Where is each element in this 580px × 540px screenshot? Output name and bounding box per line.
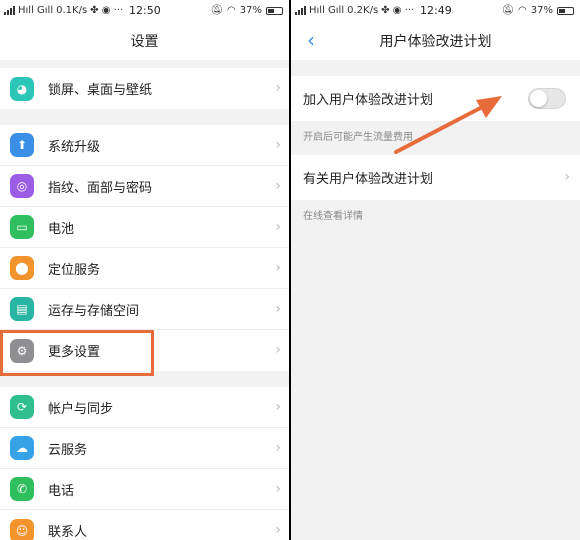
settings-group: ⟳ 帐户与同步 › ☁ 云服务 › ✆ 电话 › ☺ 联系人 › — [0, 387, 289, 540]
cloud-icon: ☁ — [10, 436, 34, 460]
page-title: 用户体验改进计划 — [379, 33, 492, 50]
settings-item-label: 运存与存储空间 — [48, 303, 140, 319]
page-title: 设置 — [130, 33, 159, 50]
settings-item[interactable]: ⟳ 帐户与同步 › — [0, 387, 289, 428]
settings-group: ◕ 锁屏、桌面与壁纸 › — [0, 68, 289, 109]
signal-icon — [4, 6, 15, 15]
settings-item[interactable]: ◎ 指纹、面部与密码 › — [0, 166, 289, 207]
chevron-right-icon: › — [275, 219, 281, 235]
settings-list: ◕ 锁屏、桌面与壁纸 › ⬆ 系统升级 › ◎ 指纹、面部与密码 › ▭ 电池 › ⬤ 定位服务 › ▤ 运存与… — [0, 68, 289, 540]
settings-item-label: 定位服务 — [48, 262, 101, 278]
settings-screen: Hıll Gıll 0.1K/s ✤ ◉ ··· 12:50 🔕︎ ◠ 37% … — [0, 0, 289, 540]
wifi-icon: ◠ — [227, 4, 236, 16]
back-arrow-icon[interactable]: ‹ — [301, 28, 321, 52]
settings-item-label: 电池 — [48, 221, 75, 237]
fingerprint-icon: ◎ — [10, 174, 34, 198]
chevron-right-icon: › — [564, 169, 570, 185]
join-plan-toggle[interactable] — [528, 88, 566, 109]
settings-item-label: 系统升级 — [48, 139, 101, 155]
settings-item[interactable]: ▭ 电池 › — [0, 207, 289, 248]
settings-item[interactable]: ☁ 云服务 › — [0, 428, 289, 469]
join-plan-hint: 开启后可能产生流量费用 — [303, 132, 413, 143]
settings-item[interactable]: ⚙ 更多设置 › — [0, 330, 289, 371]
location-icon: ⬤ — [10, 256, 34, 280]
account-sync-icon: ⟳ — [10, 395, 34, 419]
chevron-right-icon: › — [275, 342, 281, 358]
chevron-right-icon: › — [275, 80, 281, 96]
carrier-text: Hıll Gıll — [309, 4, 345, 16]
status-time: 12:49 — [420, 4, 452, 17]
settings-item[interactable]: ⬆ 系统升级 › — [0, 125, 289, 166]
chevron-right-icon: › — [275, 522, 281, 538]
settings-group: ⬆ 系统升级 › ◎ 指纹、面部与密码 › ▭ 电池 › ⬤ 定位服务 › ▤ 运存与存储空间 › ⚙ 更多设置… — [0, 125, 289, 371]
settings-item[interactable]: ⬤ 定位服务 › — [0, 248, 289, 289]
settings-item[interactable]: ▤ 运存与存储空间 › — [0, 289, 289, 330]
settings-item-label: 电话 — [48, 483, 75, 499]
about-plan-row[interactable]: 有关用户体验改进计划 › — [291, 155, 580, 200]
page-title-bar: ‹ 用户体验改进计划 — [291, 21, 580, 60]
wifi-icon: ◠ — [518, 4, 527, 16]
system-update-icon: ⬆ — [10, 133, 34, 157]
status-time: 12:50 — [129, 4, 161, 17]
more-settings-icon: ⚙ — [10, 338, 34, 363]
mute-icon: 🔕︎ — [501, 4, 515, 16]
storage-icon: ▤ — [10, 297, 34, 321]
chevron-right-icon: › — [275, 137, 281, 153]
notification-icon: ✤ ◉ ··· — [90, 4, 124, 16]
settings-item[interactable]: ◕ 锁屏、桌面与壁纸 › — [0, 68, 289, 109]
battery-icon: ▭ — [10, 215, 34, 239]
contacts-icon: ☺ — [10, 518, 34, 540]
mute-icon: 🔕︎ — [210, 4, 224, 16]
settings-item[interactable]: ✆ 电话 › — [0, 469, 289, 510]
battery-percent: 37% — [530, 4, 553, 16]
notification-icon: ✤ ◉ ··· — [381, 4, 415, 16]
chevron-right-icon: › — [275, 481, 281, 497]
status-bar: Hıll Gıll 0.1K/s ✤ ◉ ··· 12:50 🔕︎ ◠ 37% — [0, 0, 289, 21]
ux-plan-screen: Hıll Gıll 0.2K/s ✤ ◉ ··· 12:49 🔕︎ ◠ 37% … — [291, 0, 580, 540]
join-plan-row[interactable]: 加入用户体验改进计划 — [291, 76, 580, 121]
chevron-right-icon: › — [275, 301, 281, 317]
settings-item-label: 帐户与同步 — [48, 401, 114, 417]
about-plan-label: 有关用户体验改进计划 — [303, 172, 434, 187]
phone-icon: ✆ — [10, 477, 34, 501]
battery-status-icon — [266, 6, 283, 15]
settings-item-label: 联系人 — [48, 525, 88, 540]
signal-icon — [295, 6, 306, 15]
palette-icon: ◕ — [10, 76, 34, 101]
about-plan-hint: 在线查看详情 — [303, 211, 363, 222]
battery-percent: 37% — [239, 4, 262, 16]
join-plan-label: 加入用户体验改进计划 — [303, 93, 434, 108]
settings-item[interactable]: ☺ 联系人 › — [0, 510, 289, 540]
chevron-right-icon: › — [275, 178, 281, 194]
settings-item-label: 更多设置 — [48, 345, 101, 360]
carrier-text: Hıll Gıll — [18, 4, 54, 16]
status-bar: Hıll Gıll 0.2K/s ✤ ◉ ··· 12:49 🔕︎ ◠ 37% — [291, 0, 580, 21]
chevron-right-icon: › — [275, 399, 281, 415]
network-speed: 0.2K/s — [347, 4, 379, 16]
settings-item-label: 锁屏、桌面与壁纸 — [48, 83, 153, 98]
chevron-right-icon: › — [275, 260, 281, 276]
settings-item-label: 指纹、面部与密码 — [48, 180, 153, 196]
chevron-right-icon: › — [275, 440, 281, 456]
network-speed: 0.1K/s — [56, 4, 88, 16]
toggle-knob — [530, 90, 547, 107]
page-title-bar: 设置 — [0, 21, 289, 60]
settings-item-label: 云服务 — [48, 442, 88, 458]
battery-status-icon — [557, 6, 574, 15]
